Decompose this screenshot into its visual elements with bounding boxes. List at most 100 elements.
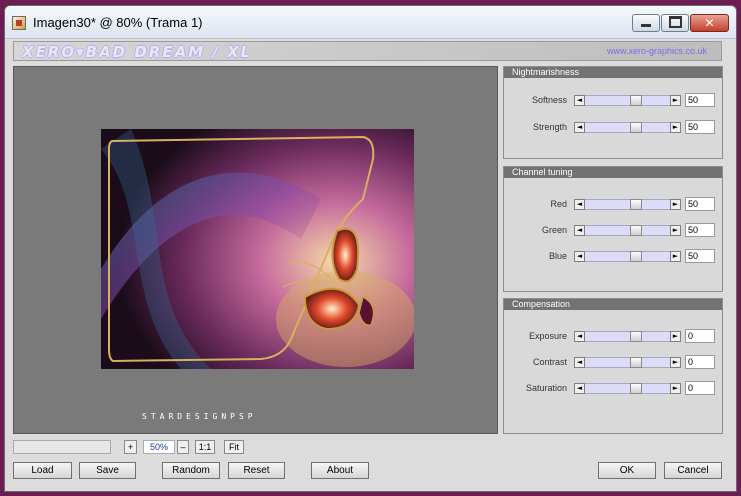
control-blue: Blue ◄ ► 50: [504, 249, 722, 265]
close-icon: ✕: [704, 16, 715, 30]
slider-thumb[interactable]: [630, 199, 642, 210]
control-green: Green ◄ ► 50: [504, 223, 722, 239]
control-label: Contrast: [532, 357, 567, 367]
panel-title: Nightmarishness: [504, 67, 722, 78]
window-title: Imagen30* @ 80% (Trama 1): [33, 15, 203, 30]
ok-button[interactable]: OK: [598, 462, 656, 479]
arrow-left-icon[interactable]: ◄: [574, 383, 585, 394]
contrast-value-input[interactable]: 0: [685, 355, 715, 369]
arrow-right-icon[interactable]: ►: [670, 357, 681, 368]
arrow-right-icon[interactable]: ►: [670, 225, 681, 236]
control-label: Exposure: [528, 331, 567, 341]
control-label: Saturation: [525, 383, 567, 393]
control-label: Softness: [531, 95, 567, 105]
softness-value-input[interactable]: 50: [685, 93, 715, 107]
progress-bar: [13, 440, 111, 454]
control-strength: Strength ◄ ► 50: [504, 120, 722, 136]
control-saturation: Saturation ◄ ► 0: [504, 381, 722, 397]
maximize-button[interactable]: [661, 14, 689, 32]
preview-signature: STARDESIGNPSP: [142, 412, 257, 421]
panel-title: Compensation: [504, 299, 722, 310]
arrow-left-icon[interactable]: ◄: [574, 199, 585, 210]
control-label: Strength: [532, 122, 567, 132]
control-label: Green: [541, 225, 567, 235]
app-icon[interactable]: [12, 16, 26, 30]
slider-track[interactable]: [585, 357, 670, 368]
arrow-right-icon[interactable]: ►: [670, 383, 681, 394]
control-label: Red: [550, 199, 567, 209]
load-button[interactable]: Load: [13, 462, 72, 479]
panel-nightmarishness: Nightmarishness Softness ◄ ► 50 Strength…: [503, 66, 723, 159]
strength-value-input[interactable]: 50: [685, 120, 715, 134]
arrow-right-icon[interactable]: ►: [670, 331, 681, 342]
slider-thumb[interactable]: [630, 122, 642, 133]
control-red: Red ◄ ► 50: [504, 197, 722, 213]
arrow-right-icon[interactable]: ►: [670, 95, 681, 106]
arrow-left-icon[interactable]: ◄: [574, 95, 585, 106]
arrow-left-icon[interactable]: ◄: [574, 251, 585, 262]
about-button[interactable]: About: [311, 462, 369, 479]
panel-channel-tuning: Channel tuning Red ◄ ► 50 Green ◄ ► 50 B…: [503, 166, 723, 292]
blue-value-input[interactable]: 50: [685, 249, 715, 263]
cancel-button[interactable]: Cancel: [664, 462, 722, 479]
slider-track[interactable]: [585, 122, 670, 133]
control-exposure: Exposure ◄ ► 0: [504, 329, 722, 345]
arrow-left-icon[interactable]: ◄: [574, 122, 585, 133]
slider-thumb[interactable]: [630, 383, 642, 394]
slider-track[interactable]: [585, 95, 670, 106]
blue-slider[interactable]: ◄ ►: [574, 251, 681, 262]
slider-track[interactable]: [585, 199, 670, 210]
zoom-in-button[interactable]: +: [124, 440, 137, 454]
preview-artwork: [101, 129, 414, 369]
saturation-slider[interactable]: ◄ ►: [574, 383, 681, 394]
saturation-value-input[interactable]: 0: [685, 381, 715, 395]
contrast-slider[interactable]: ◄ ►: [574, 357, 681, 368]
control-label: Blue: [548, 251, 567, 261]
arrow-right-icon[interactable]: ►: [670, 199, 681, 210]
exposure-value-input[interactable]: 0: [685, 329, 715, 343]
green-slider[interactable]: ◄ ►: [574, 225, 681, 236]
arrow-left-icon[interactable]: ◄: [574, 331, 585, 342]
minimize-button[interactable]: [632, 14, 660, 32]
slider-track[interactable]: [585, 383, 670, 394]
control-softness: Softness ◄ ► 50: [504, 93, 722, 109]
arrow-left-icon[interactable]: ◄: [574, 357, 585, 368]
slider-thumb[interactable]: [630, 251, 642, 262]
zoom-out-button[interactable]: –: [177, 440, 189, 454]
arrow-right-icon[interactable]: ►: [670, 251, 681, 262]
vendor-url[interactable]: www.xero-graphics.co.uk: [607, 46, 707, 56]
zoom-level: 50%: [143, 440, 175, 454]
slider-thumb[interactable]: [630, 95, 642, 106]
plugin-logo: XERO▾BAD DREAM / XL: [22, 43, 253, 61]
red-slider[interactable]: ◄ ►: [574, 199, 681, 210]
slider-track[interactable]: [585, 331, 670, 342]
green-value-input[interactable]: 50: [685, 223, 715, 237]
panel-title: Channel tuning: [504, 167, 722, 178]
preview-image[interactable]: [101, 129, 414, 369]
slider-thumb[interactable]: [630, 225, 642, 236]
slider-track[interactable]: [585, 251, 670, 262]
maximize-icon: [668, 16, 682, 28]
slider-track[interactable]: [585, 225, 670, 236]
arrow-right-icon[interactable]: ►: [670, 122, 681, 133]
softness-slider[interactable]: ◄ ►: [574, 95, 681, 106]
panel-compensation: Compensation Exposure ◄ ► 0 Contrast ◄ ►…: [503, 298, 723, 434]
plugin-window: Imagen30* @ 80% (Trama 1) ✕ XERO▾BAD DRE…: [4, 5, 737, 492]
minimize-icon: [641, 23, 651, 27]
exposure-slider[interactable]: ◄ ►: [574, 331, 681, 342]
title-bar[interactable]: Imagen30* @ 80% (Trama 1) ✕: [5, 6, 736, 39]
arrow-left-icon[interactable]: ◄: [574, 225, 585, 236]
red-value-input[interactable]: 50: [685, 197, 715, 211]
zoom-actual-size-button[interactable]: 1:1: [195, 440, 215, 454]
slider-thumb[interactable]: [630, 357, 642, 368]
preview-area[interactable]: STARDESIGNPSP: [13, 66, 498, 434]
close-button[interactable]: ✕: [690, 14, 729, 32]
strength-slider[interactable]: ◄ ►: [574, 122, 681, 133]
zoom-fit-button[interactable]: Fit: [224, 440, 244, 454]
plugin-banner: XERO▾BAD DREAM / XL www.xero-graphics.co…: [13, 41, 722, 61]
random-button[interactable]: Random: [162, 462, 220, 479]
slider-thumb[interactable]: [630, 331, 642, 342]
save-button[interactable]: Save: [79, 462, 136, 479]
control-contrast: Contrast ◄ ► 0: [504, 355, 722, 371]
reset-button[interactable]: Reset: [228, 462, 285, 479]
